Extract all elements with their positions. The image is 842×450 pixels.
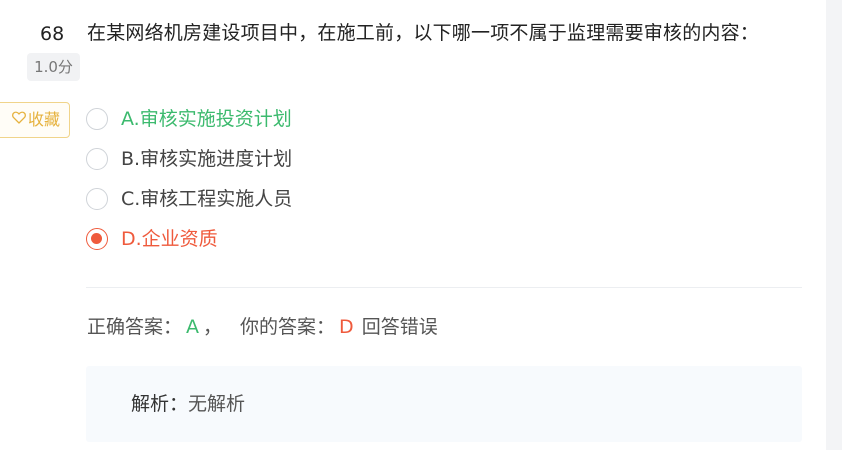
result-separator: ， [203, 316, 223, 338]
option-b-radio[interactable] [86, 148, 108, 170]
analysis-value: 无解析 [188, 393, 246, 415]
answer-result: 正确答案： A， 你的答案： D 回答错误 [87, 312, 438, 342]
analysis-label: 解析： [131, 393, 189, 415]
question-text: 在某网络机房建设项目中，在施工前，以下哪一项不属于监理需要审核的内容： [87, 22, 760, 44]
your-answer-label: 你的答案： [240, 316, 336, 338]
correct-answer-label: 正确答案： [87, 316, 183, 338]
option-b-label: B.审核实施进度计划 [121, 148, 293, 170]
favorite-label: 收藏 [27, 110, 60, 129]
divider [86, 287, 802, 288]
question-card: 68 1.0分 在某网络机房建设项目中，在施工前，以下哪一项不属于监理需要审核的… [0, 0, 842, 450]
question-number: 68 [40, 23, 65, 45]
option-a-radio[interactable] [86, 108, 108, 130]
answer-status: 回答错误 [361, 316, 438, 338]
option-d-radio[interactable] [86, 228, 108, 250]
option-a-label: A.审核实施投资计划 [121, 108, 292, 130]
option-d-label: D.企业资质 [121, 228, 218, 250]
analysis-text: 解析：无解析 [131, 389, 245, 419]
option-b[interactable]: B.审核实施进度计划 [86, 140, 486, 180]
question-score-badge: 1.0分 [27, 53, 80, 81]
option-d[interactable]: D.企业资质 [86, 220, 486, 260]
options-list: A.审核实施投资计划 B.审核实施进度计划 C.审核工程实施人员 D.企业资质 [86, 100, 486, 260]
option-a[interactable]: A.审核实施投资计划 [86, 100, 486, 140]
option-c-radio[interactable] [86, 188, 108, 210]
radio-selected-dot [91, 233, 102, 244]
correct-answer-value: A [186, 316, 200, 338]
analysis-panel: 解析：无解析 [86, 366, 802, 442]
option-c-label: C.审核工程实施人员 [121, 188, 293, 210]
option-c[interactable]: C.审核工程实施人员 [86, 180, 486, 220]
your-answer-value: D [339, 316, 354, 338]
favorite-button[interactable]: 收藏 [0, 102, 70, 138]
page-scroll-gutter [826, 0, 842, 450]
heart-outline-icon [12, 102, 26, 136]
